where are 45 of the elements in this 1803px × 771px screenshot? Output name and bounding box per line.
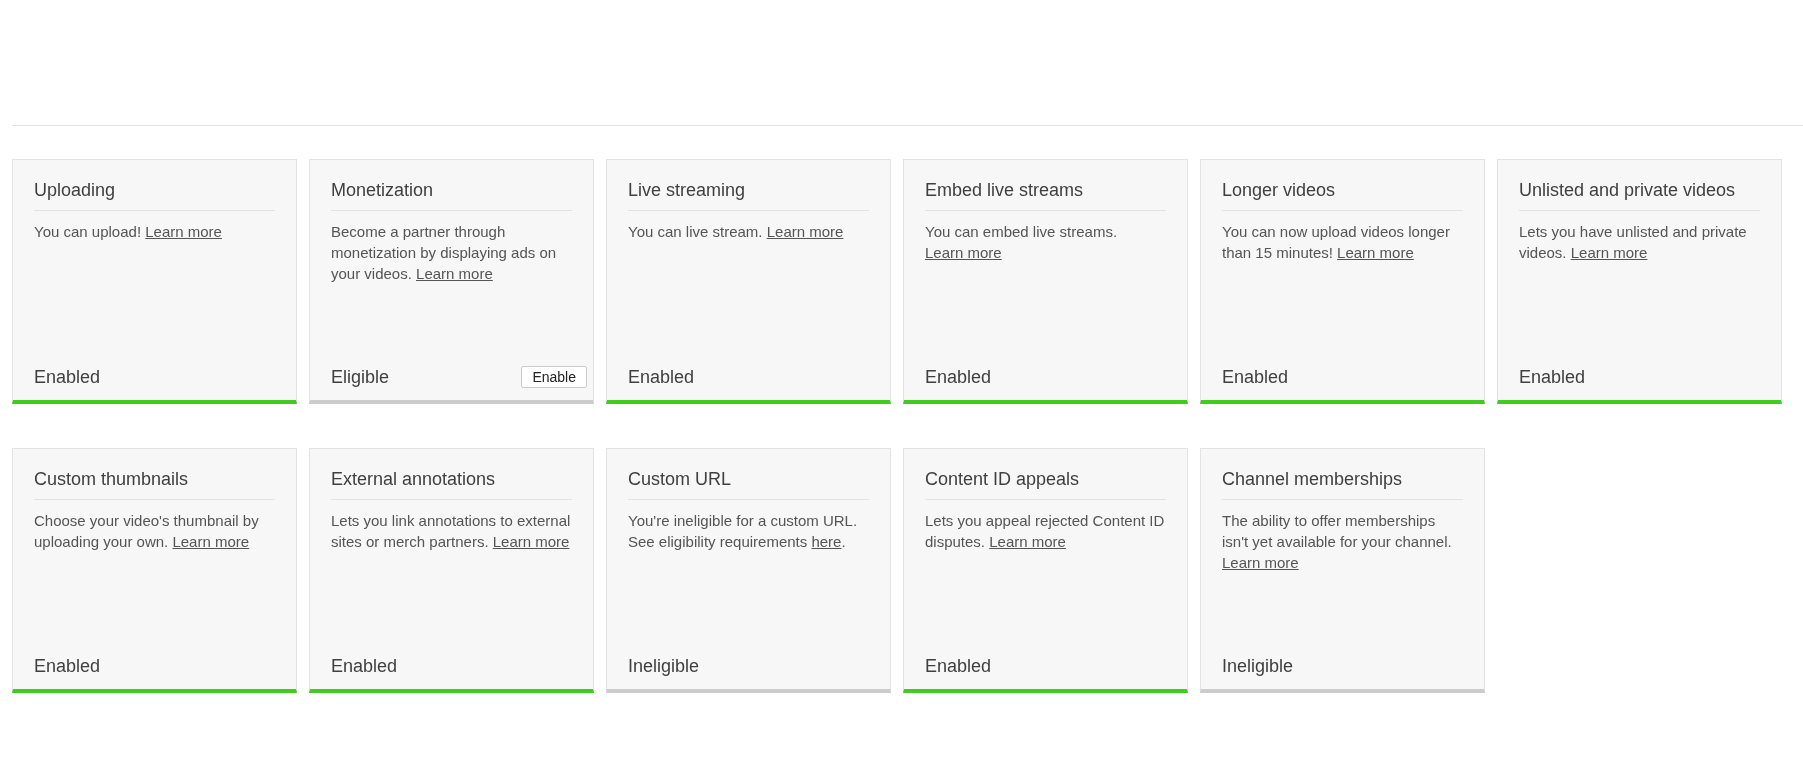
card-title: Custom URL [628, 469, 869, 500]
learn-more-link[interactable]: Learn more [172, 533, 250, 550]
card-description: You're ineligible for a custom URL. See eligibility requirements here. [628, 511, 859, 552]
card-description: Become a partner through monetization by displaying ads on your videos. Learn more [331, 222, 558, 284]
card-title: Embed live streams [925, 180, 1166, 211]
card-title: Monetization [331, 180, 572, 211]
status-label: Enabled [331, 656, 398, 677]
card-title: Channel memberships [1222, 469, 1463, 500]
status-label: Enabled [34, 367, 101, 388]
status-label: Enabled [628, 367, 695, 388]
learn-more-link[interactable]: here [811, 533, 842, 550]
status-label: Enabled [34, 656, 101, 677]
learn-more-link[interactable]: Learn more [1222, 554, 1299, 571]
learn-more-link[interactable]: Learn more [989, 533, 1066, 550]
card-description: You can now upload videos longer than 15 minutes! Learn more [1222, 222, 1451, 263]
status-label: Enabled [1222, 367, 1289, 388]
card-description: Choose your video's thumbnail by uploading your own. Learn more [34, 511, 260, 552]
learn-more-link[interactable]: Learn more [925, 244, 1002, 261]
card-description: Lets you appeal rejected Content ID disputes. Learn more [925, 511, 1166, 552]
status-label: Eligible [331, 366, 390, 388]
card-title: Live streaming [628, 180, 869, 211]
learn-more-link[interactable]: Learn more [416, 265, 493, 282]
card-title: Uploading [34, 180, 275, 211]
status-label: Enabled [925, 367, 992, 388]
card-title: Content ID appeals [925, 469, 1166, 500]
card-description: Lets you link annotations to external sites or merch partners. Learn more [331, 511, 572, 552]
status-label: Enabled [925, 656, 992, 677]
learn-more-link[interactable]: Learn more [766, 223, 844, 240]
card-title: Custom thumbnails [34, 469, 275, 500]
learn-more-link[interactable]: Learn more [145, 223, 222, 240]
card-title: Unlisted and private videos [1519, 180, 1760, 211]
card-description: The ability to offer memberships isn't yet available for your channel. Learn more [1222, 511, 1453, 573]
card-description: You can live stream. Learn more [628, 222, 845, 242]
status-label: Ineligible [628, 656, 700, 677]
status-label: Ineligible [1222, 656, 1294, 677]
learn-more-link[interactable]: Learn more [1337, 244, 1414, 261]
learn-more-link[interactable]: Learn more [492, 533, 570, 550]
card-description: You can upload! Learn more [34, 222, 223, 242]
enable-button[interactable]: Enable [521, 366, 587, 388]
card-title: Longer videos [1222, 180, 1463, 211]
learn-more-link[interactable]: Learn more [1570, 244, 1648, 261]
status-label: Enabled [1519, 367, 1586, 388]
card-title: External annotations [331, 469, 572, 500]
card-description: Lets you have unlisted and private videos. Learn more [1519, 222, 1748, 263]
card-description: You can embed live streams. Learn more [925, 222, 1119, 263]
